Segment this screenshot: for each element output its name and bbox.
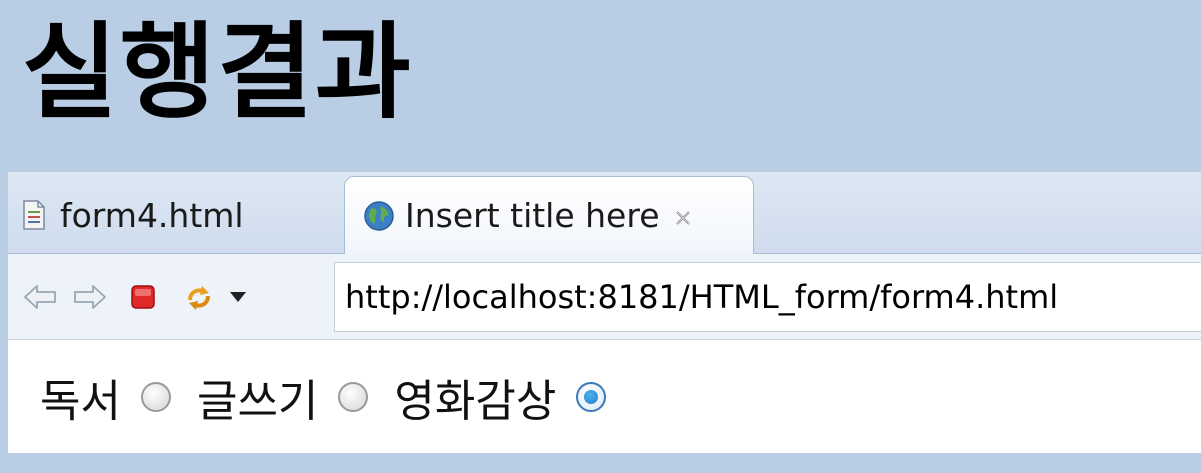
radio-label-movie: 영화감상	[394, 375, 557, 427]
tab-bar: form4.html Insert title here	[8, 172, 1201, 254]
slide-bottom-band	[0, 453, 1201, 473]
back-icon[interactable]	[22, 282, 58, 312]
chevron-down-icon[interactable]	[228, 290, 248, 304]
forward-icon[interactable]	[72, 282, 108, 312]
radio-writing[interactable]	[338, 381, 369, 412]
close-icon[interactable]	[674, 209, 692, 227]
tab-insert-title-here[interactable]: Insert title here	[344, 176, 754, 254]
navigation-toolbar: http://localhost:8181/HTML_form/form4.ht…	[8, 254, 1201, 340]
page-content: 독서 글쓰기 영화감상	[8, 340, 1201, 453]
tab-label: Insert title here	[405, 196, 660, 235]
radio-movie[interactable]	[576, 381, 607, 412]
slide-title: 실행결과	[22, 11, 413, 133]
radio-label-reading: 독서	[40, 375, 121, 427]
refresh-icon[interactable]	[182, 280, 216, 314]
tab-label: form4.html	[60, 195, 244, 235]
radio-reading[interactable]	[140, 381, 171, 412]
html-file-icon	[23, 200, 45, 230]
stop-icon[interactable]	[130, 284, 156, 310]
url-input[interactable]: http://localhost:8181/HTML_form/form4.ht…	[334, 262, 1201, 332]
radio-label-writing: 글쓰기	[196, 375, 319, 427]
tab-form4-html[interactable]: form4.html	[8, 176, 340, 254]
globe-icon	[364, 200, 394, 231]
browser-window: form4.html Insert title here http://loca…	[8, 172, 1201, 453]
